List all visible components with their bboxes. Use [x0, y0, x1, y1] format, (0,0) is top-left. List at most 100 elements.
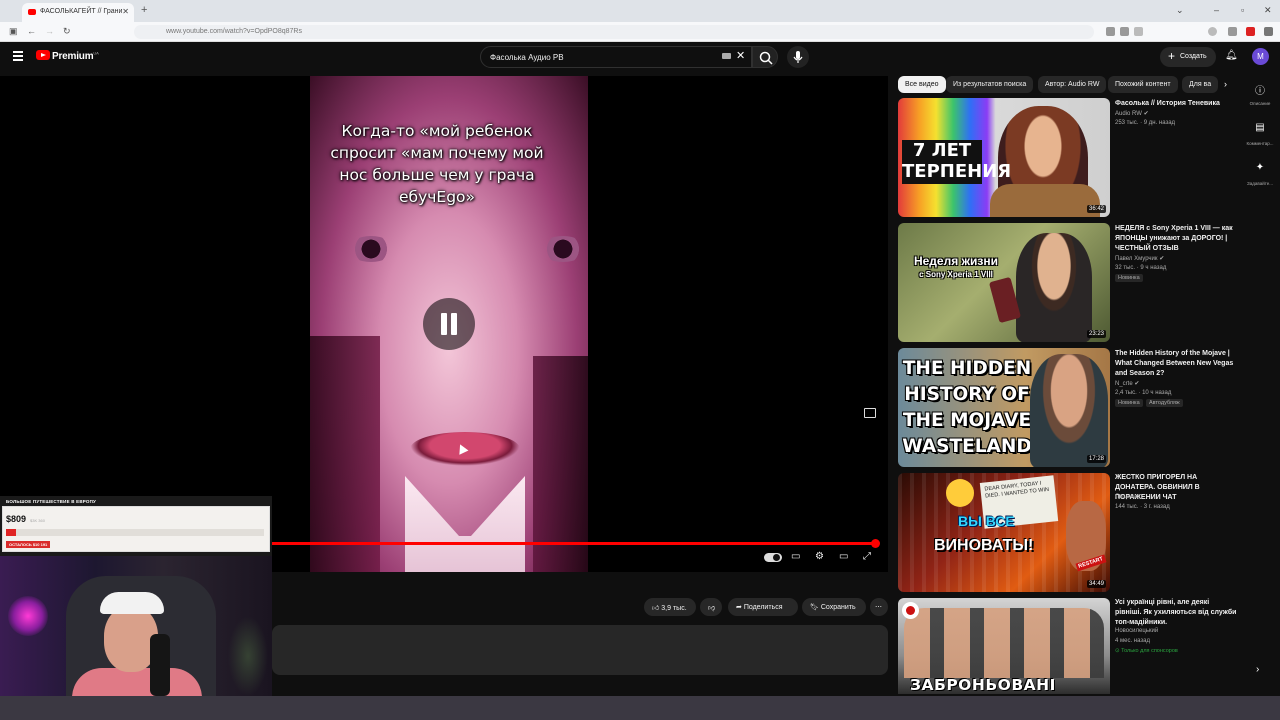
- youtube-premium-logo[interactable]: PremiumUA: [36, 50, 99, 62]
- pause-icon-bar: [441, 313, 447, 335]
- save-button[interactable]: 🔖︎ Сохранить: [802, 598, 866, 616]
- close-tab-icon[interactable]: ✕: [122, 7, 129, 16]
- logo-text: Premium: [52, 51, 94, 62]
- dislike-button[interactable]: 👎︎: [700, 598, 722, 616]
- video-thumbnail[interactable]: ЗАБРОНЬОВАНІ: [898, 598, 1110, 694]
- new-badge: Новинка: [1115, 399, 1143, 407]
- thumbs-down-icon: 👎︎: [708, 605, 716, 612]
- webcam-light: [8, 596, 48, 636]
- extension-icon[interactable]: [1120, 27, 1129, 36]
- video-channel[interactable]: Audio RW ✔︎: [1115, 110, 1149, 117]
- video-channel[interactable]: Новосилецький: [1115, 628, 1158, 634]
- reload-icon[interactable]: ↻: [63, 26, 71, 37]
- info-icon[interactable]: ⓘ: [1248, 82, 1272, 97]
- thumb-text: ВИНОВАТЫ!: [934, 537, 1034, 554]
- video-channel[interactable]: Лещина: [1115, 494, 1137, 500]
- chip-from-search[interactable]: Из результатов поиска: [946, 76, 1034, 93]
- voice-search-button[interactable]: [787, 46, 809, 68]
- more-actions-button[interactable]: ⋯: [870, 598, 888, 616]
- share-button[interactable]: ➦ Поделиться: [728, 598, 798, 616]
- tab-search-chevron-icon[interactable]: ⌄: [1176, 5, 1184, 16]
- search-input[interactable]: Фасолька Аудио РВ: [480, 46, 752, 68]
- minimize-icon[interactable]: –: [1214, 5, 1219, 15]
- video-thumbnail[interactable]: Неделя жизни с Sony Xperia 1 VIII 23:23: [898, 223, 1110, 342]
- new-tab-icon[interactable]: +: [141, 4, 147, 16]
- close-window-icon[interactable]: ✕: [1264, 5, 1272, 16]
- search-button[interactable]: [752, 46, 778, 68]
- sparkle-icon[interactable]: ✦: [1248, 162, 1272, 173]
- video-title[interactable]: The Hidden History of the Mojave | What …: [1115, 349, 1237, 379]
- description-box[interactable]: [272, 625, 888, 675]
- video-channel[interactable]: N_crte ✔︎: [1115, 380, 1139, 387]
- chip-related[interactable]: Похожий контент: [1108, 76, 1178, 93]
- video-title[interactable]: Усі українці рівні, але деякі рівніші. Я…: [1115, 598, 1237, 628]
- video-channel[interactable]: Павел Хмурчик ✔︎: [1115, 255, 1164, 262]
- clear-search-icon[interactable]: ✕: [736, 49, 745, 62]
- miniplayer-icon[interactable]: [864, 408, 876, 418]
- video-title[interactable]: Фасолька // История Теневика: [1115, 99, 1237, 109]
- bookmark-star-icon[interactable]: [1134, 27, 1143, 36]
- verified-icon: ✔︎: [1143, 111, 1149, 117]
- comments-icon[interactable]: ▤: [1248, 122, 1272, 133]
- avatar[interactable]: M: [1252, 48, 1269, 65]
- video-thumbnail[interactable]: THE HIDDEN HISTORY OF THE MOJAVE WASTELA…: [898, 348, 1110, 467]
- theater-mode-icon[interactable]: ▭: [839, 551, 848, 562]
- chip-for-you[interactable]: Для ва: [1182, 76, 1218, 93]
- progress-bar[interactable]: [272, 539, 880, 548]
- verified-icon: ✔︎: [1134, 381, 1140, 387]
- video-thumbnail[interactable]: 7 ЛЕТ ТЕРПЕНИЯ 36:42: [898, 98, 1110, 217]
- video-hair-left: [310, 336, 380, 572]
- side-label-comments: Комментар...: [1246, 141, 1274, 146]
- caption-line: ебучEgo»: [398, 188, 476, 206]
- goal-amount: $809 $3K 360: [6, 514, 45, 524]
- goal-remaining: ОСТАЛОСЬ $10 191: [6, 541, 51, 548]
- search-value: Фасолька Аудио РВ: [490, 53, 564, 62]
- thumb-text: ВЫ ВСЕ: [958, 513, 1015, 529]
- video-title[interactable]: НЕДЕЛЯ с Sony Xperia 1 VIII — как ЯПОНЦЫ…: [1115, 224, 1237, 254]
- streamer-webcam: [0, 556, 272, 696]
- back-icon[interactable]: ←: [27, 26, 36, 36]
- browser-menu-icon[interactable]: [1264, 27, 1273, 36]
- like-count: 3,9 тыс.: [661, 605, 687, 612]
- profile-icon[interactable]: [1208, 27, 1217, 36]
- thumb-text: ЗАБРОНЬОВАНІ: [910, 676, 1056, 694]
- chip-all-videos[interactable]: Все видео: [898, 76, 946, 93]
- menu-icon[interactable]: [13, 51, 23, 63]
- tab-title: ФАСОЛЬКАГЕЙТ // Грани: [40, 8, 123, 15]
- extension-icon[interactable]: [1106, 27, 1115, 36]
- video-meta: 144 тыс. · 3 г. назад: [1115, 504, 1170, 510]
- url-field[interactable]: www.youtube.com/watch?v=OpdPO8q87Rs: [134, 25, 1094, 39]
- bottom-strip: [0, 696, 1280, 720]
- settings-gear-icon[interactable]: ⚙: [815, 551, 824, 562]
- notification-badge-icon[interactable]: [1246, 27, 1255, 36]
- chevron-right-icon[interactable]: ›: [1256, 664, 1259, 675]
- maximize-icon[interactable]: ▫: [1241, 5, 1244, 15]
- create-button[interactable]: Создать: [1160, 47, 1216, 67]
- thumbs-up-icon: 👍︎: [652, 605, 660, 612]
- microphone-icon: [793, 51, 803, 63]
- channel-name: Audio RW: [1115, 111, 1142, 117]
- thumb-text-line: с Sony Xperia 1 VIII: [919, 270, 993, 279]
- logo-region: UA: [93, 50, 99, 56]
- browser-tab[interactable]: ФАСОЛЬКАГЕЙТ // Грани ✕: [22, 3, 134, 22]
- autoplay-toggle[interactable]: [764, 553, 782, 562]
- chevron-right-icon[interactable]: ›: [1224, 79, 1227, 89]
- crying-emoji-icon: [946, 479, 974, 507]
- extension-icon[interactable]: [1228, 27, 1237, 36]
- thumb-dress: [990, 184, 1100, 217]
- chip-author[interactable]: Автор: Audio RW: [1038, 76, 1107, 93]
- fullscreen-icon[interactable]: ⤢: [863, 551, 871, 562]
- goal-progress-track: [6, 529, 264, 536]
- forward-icon[interactable]: →: [45, 26, 54, 36]
- pause-button[interactable]: [423, 298, 475, 350]
- thumb-people: [904, 608, 1104, 678]
- sidebar-toggle-icon[interactable]: ▣: [9, 26, 18, 37]
- goal-progress-fill: [6, 529, 17, 536]
- goal-title: БОЛЬШОЕ ПУТЕШЕСТВИЕ В ЕВРОПУ: [6, 499, 97, 504]
- like-button[interactable]: 👍︎ 3,9 тыс.: [644, 598, 696, 616]
- notifications-bell-icon[interactable]: 🔔︎: [1225, 50, 1238, 61]
- video-thumbnail[interactable]: DEAR DIARY, TODAY I DIED. I WANTED TO WI…: [898, 473, 1110, 592]
- scrubber-handle[interactable]: [870, 539, 880, 548]
- subtitles-icon[interactable]: ▭: [791, 551, 800, 562]
- keyboard-icon[interactable]: [722, 53, 731, 59]
